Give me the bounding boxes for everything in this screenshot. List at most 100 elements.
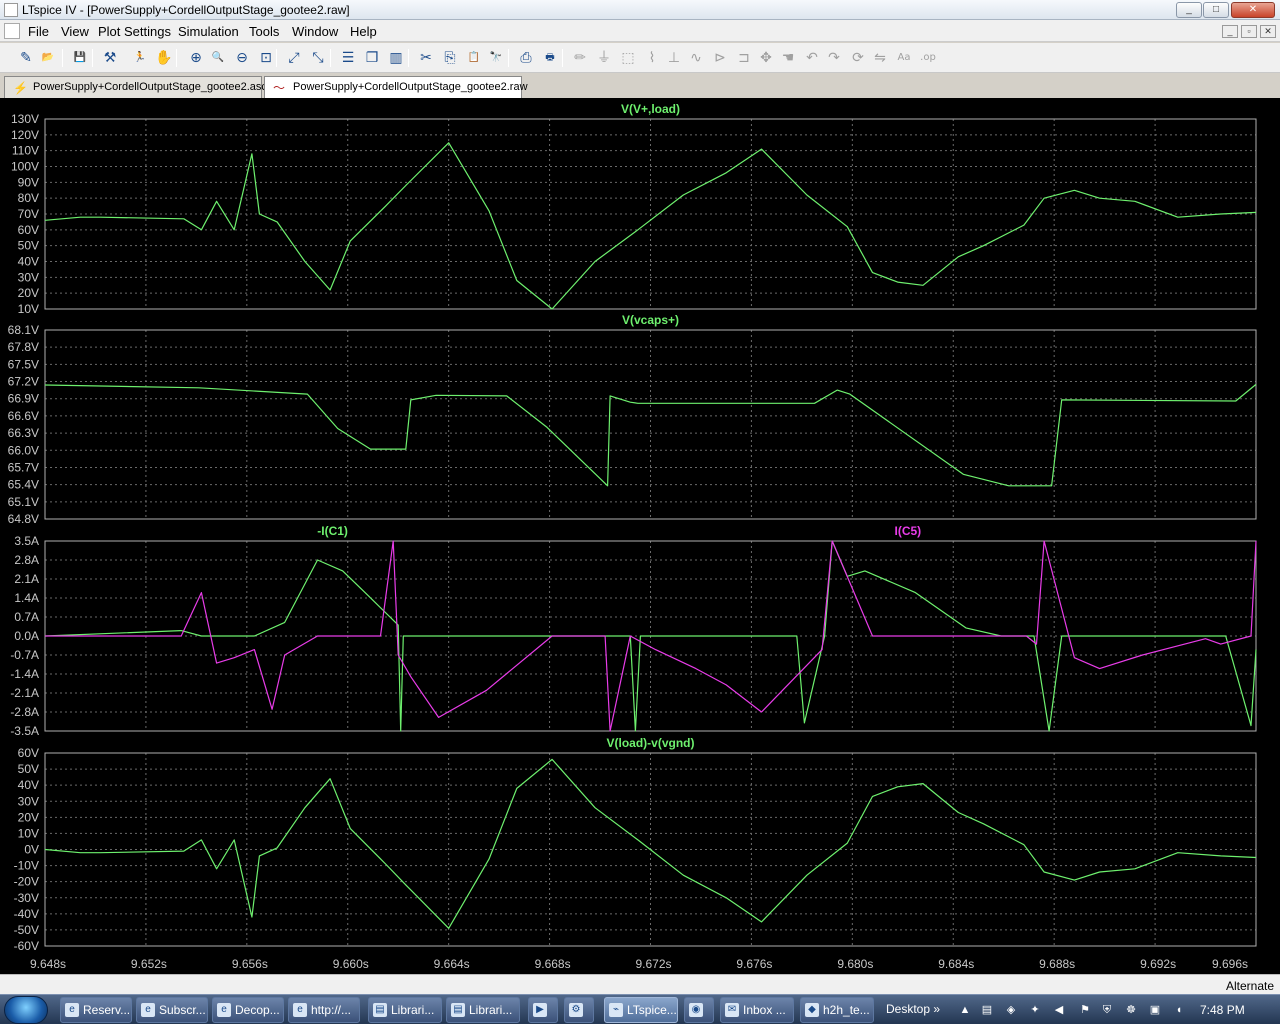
y-tick-label: 66.0V (8, 443, 39, 457)
media-icon: ▶ (533, 1003, 547, 1017)
menu-tools[interactable]: Tools (249, 24, 279, 39)
rotate-icon[interactable]: ⟳ (848, 48, 868, 68)
y-tick-label: 2.1A (14, 572, 39, 586)
zoom-in-icon[interactable]: ⊕ (186, 48, 206, 68)
app-tray-icon[interactable]: ◈ (1004, 1003, 1018, 1017)
menu-simulation[interactable]: Simulation (178, 24, 239, 39)
x-tick-label: 9.692s (1140, 957, 1176, 971)
menu-file[interactable]: File (28, 24, 49, 39)
move-icon[interactable]: ✥ (756, 48, 776, 68)
zoom-out-icon[interactable]: ⊖ (232, 48, 252, 68)
toolbar-separator (408, 49, 409, 67)
taskbar-item[interactable]: ▤ Librari... (446, 997, 520, 1023)
ground-icon[interactable]: ⏚ (594, 48, 614, 68)
taskbar-item[interactable]: e Decop... (212, 997, 284, 1023)
taskbar-item[interactable]: ▶ (528, 997, 558, 1023)
maximize-button[interactable]: □ (1203, 2, 1229, 18)
inductor-icon[interactable]: ∿ (686, 48, 706, 68)
mdi-restore-button[interactable]: ▫ (1241, 25, 1257, 38)
folder-tray-icon[interactable]: ▤ (980, 1003, 994, 1017)
security-icon[interactable]: ☸ (1124, 1003, 1138, 1017)
label-net-icon[interactable]: ⬚ (618, 48, 638, 68)
taskbar-item[interactable]: e http://... (288, 997, 360, 1023)
taskbar-item[interactable]: ✉ Inbox ... (720, 997, 794, 1023)
zoom-fit-icon[interactable]: ⊡ (256, 48, 276, 68)
new-schematic-icon[interactable]: ✎ (16, 48, 36, 68)
close-button[interactable]: ✕ (1231, 2, 1275, 18)
taskbar-item[interactable]: ◉ (684, 997, 714, 1023)
halt-icon[interactable]: ✋ (154, 48, 174, 68)
autoscale-icon[interactable]: ⤢ (284, 48, 304, 68)
tile-vertical-icon[interactable]: ▥ (386, 48, 406, 68)
capacitor-icon[interactable]: ⊥ (664, 48, 684, 68)
y-tick-label: -1.4A (10, 667, 39, 681)
y-tick-label: 90V (18, 175, 39, 189)
chevron-icon[interactable]: » (933, 1002, 940, 1016)
menu-help[interactable]: Help (350, 24, 377, 39)
print-icon[interactable]: 🖶 (540, 48, 560, 68)
component-icon[interactable]: ⊐ (734, 48, 754, 68)
save-icon[interactable]: 💾 (70, 48, 90, 68)
menu-plot-settings[interactable]: Plot Settings (98, 24, 171, 39)
network-icon[interactable]: ▣ (1148, 1003, 1162, 1017)
redo-icon[interactable]: ↷ (824, 48, 844, 68)
mirror-icon[interactable]: ⇋ (870, 48, 890, 68)
y-tick-label: 65.7V (8, 460, 39, 474)
shield-icon[interactable]: ⛨ (1100, 1003, 1114, 1017)
ie-icon: e (293, 1003, 307, 1017)
taskbar-item[interactable]: e Subscr... (136, 997, 208, 1023)
tab-schematic[interactable]: ⚡ PowerSupply+CordellOutputStage_gootee2… (4, 76, 267, 98)
cut-icon[interactable]: ✂ (416, 48, 436, 68)
network-tray-icon[interactable]: ✦ (1028, 1003, 1042, 1017)
taskbar-item[interactable]: ▤ Librari... (368, 997, 442, 1023)
y-tick-label: 1.4A (14, 591, 39, 605)
control-panel-icon[interactable]: ⚒ (100, 48, 120, 68)
arrow-tray-icon[interactable]: ◀ (1052, 1003, 1066, 1017)
taskbar-item[interactable]: ⚙ (564, 997, 594, 1023)
tab-waveform[interactable]: 〜 PowerSupply+CordellOutputStage_gootee2… (264, 76, 528, 98)
status-text: Alternate (1225, 979, 1274, 993)
clock[interactable]: 7:48 PM (1200, 1003, 1245, 1017)
taskbar-item[interactable]: ⌁ LTspice... (604, 997, 678, 1023)
waveform-plot[interactable]: 130V120V110V100V90V80V70V60V50V40V30V20V… (0, 98, 1280, 974)
resistor-icon[interactable]: ⌇ (642, 48, 662, 68)
y-tick-label: -60V (14, 939, 39, 953)
desktop-toolbar-label[interactable]: Desktop » (886, 1002, 940, 1016)
y-tick-label: -50V (14, 923, 39, 937)
toolbar-separator (562, 49, 563, 67)
ltspice-app-icon[interactable] (4, 3, 18, 17)
mdi-minimize-button[interactable]: _ (1222, 25, 1238, 38)
open-icon[interactable]: 📂 (38, 48, 58, 68)
copy-icon[interactable]: ⎘ (440, 48, 460, 68)
taskbar: e Reserv... e Subscr... e Decop... e http://...… (0, 994, 1280, 1024)
taskbar-item[interactable]: ◆ h2h_te... (800, 997, 874, 1023)
taskbar-item-label: http://... (311, 1003, 352, 1017)
print-setup-icon[interactable]: ⎙ (516, 48, 536, 68)
undo-icon[interactable]: ↶ (802, 48, 822, 68)
document-icon[interactable] (4, 23, 20, 39)
y-tick-label: -30V (14, 891, 39, 905)
cascade-icon[interactable]: ❐ (362, 48, 382, 68)
paste-icon[interactable]: 📋 (464, 48, 484, 68)
flag-icon[interactable]: ⚑ (1078, 1003, 1092, 1017)
diode-icon[interactable]: ⊳ (710, 48, 730, 68)
taskbar-item[interactable]: e Reserv... (60, 997, 132, 1023)
find-icon[interactable]: 🔭 (486, 48, 506, 68)
autorange-icon[interactable]: ⤡ (308, 48, 328, 68)
mdi-close-button[interactable]: ✕ (1260, 25, 1276, 38)
volume-icon[interactable]: ◖ (1172, 1003, 1186, 1017)
drag-icon[interactable]: ☚ (778, 48, 798, 68)
tile-horizontal-icon[interactable]: ☰ (338, 48, 358, 68)
menu-window[interactable]: Window (292, 24, 338, 39)
waveform-viewer[interactable]: 130V 120V 110V 100V 90V 80V 70V 60V 50V 40V 30V 20V… (0, 98, 1280, 974)
start-button[interactable] (4, 996, 48, 1024)
minimize-button[interactable]: _ (1176, 2, 1202, 18)
text-icon[interactable]: Aa (894, 48, 914, 68)
status-bar: Alternate (0, 974, 1280, 994)
spice-directive-icon[interactable]: .op (918, 48, 938, 68)
nvidia-icon[interactable]: ▲ (958, 1003, 972, 1017)
wire-icon[interactable]: ✏ (570, 48, 590, 68)
run-icon[interactable]: 🏃 (130, 48, 150, 68)
menu-view[interactable]: View (61, 24, 89, 39)
zoom-area-icon[interactable]: 🔍 (208, 48, 228, 68)
